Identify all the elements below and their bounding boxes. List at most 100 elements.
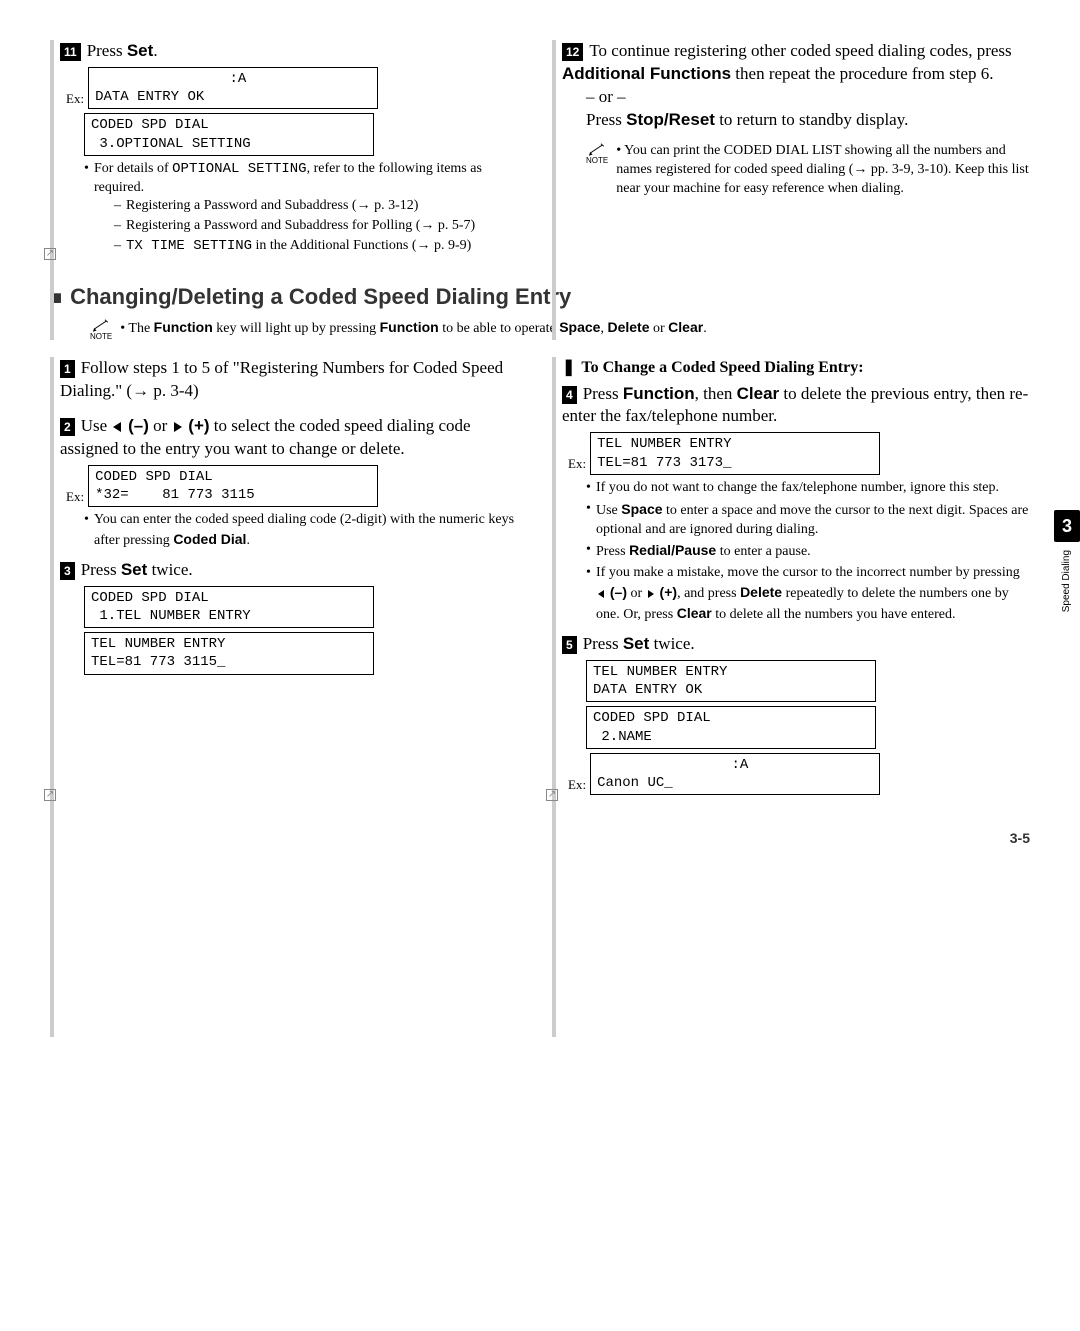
step-4: 4Press Function, then Clear to delete th… [562,383,1030,429]
continue-arrow-icon: ↗ [44,248,56,260]
section-bar [50,40,54,340]
text: . [703,321,707,336]
minus-key: (–) [123,416,149,435]
lcd-line: TEL NUMBER ENTRY [593,664,727,680]
text: to return to standby display. [715,110,908,129]
ex-label: Ex: [568,455,586,473]
delete-key: Delete [740,584,782,600]
section-bar [50,357,54,1037]
intro-note-text: • The Function key will light up by pres… [120,318,706,339]
step-number-4: 4 [562,386,577,404]
step-number-2: 2 [60,418,75,436]
chapter-label: Speed Dialing [1060,550,1074,612]
right-arrow-icon [646,589,656,599]
text: If you make a mistake, move the cursor t… [596,565,1020,580]
note-text: • You can print the CODED DIAL LIST show… [616,142,1030,199]
lcd-example: Ex: :A DATA ENTRY OK [66,67,528,109]
lcd-display: TEL NUMBER ENTRY TEL=81 773 3115_ [84,632,374,674]
lcd-line: TEL=81 773 3115_ [91,654,225,670]
lcd-display: :A DATA ENTRY OK [88,67,378,109]
mono-text: OPTIONAL SETTING [172,161,306,177]
function-key: Function [623,384,695,403]
text: You can print the CODED DIAL LIST showin… [616,143,1029,196]
dash-item: Registering a Password and Subaddress (→… [114,197,528,216]
lcd-line: DATA ENTRY OK [593,682,702,698]
function-key: Function [380,319,439,335]
text: Follow steps 1 to 5 of "Registering Numb… [60,358,503,400]
lcd-display: CODED SPD DIAL 1.TEL NUMBER ENTRY [84,586,374,628]
plus-key: (+) [656,584,677,600]
chapter-number: 3 [1054,510,1080,542]
lcd-line: TEL NUMBER ENTRY [91,636,225,652]
text: in the Additional Functions (→ p. 9-9) [252,238,471,253]
text: key will light up by pressing [213,321,380,336]
mono-text: TX TIME SETTING [126,238,252,254]
lcd-line: 3.OPTIONAL SETTING [91,136,251,152]
section-heading: ■Changing/Deleting a Coded Speed Dialing… [50,282,1030,312]
text: . [153,41,157,60]
text: Press [583,634,623,653]
text: Press [87,41,127,60]
continue-arrow-icon: ↗ [44,789,56,801]
stop-reset-key: Stop/Reset [626,110,715,129]
left-arrow-icon [111,421,123,433]
clear-key: Clear [668,319,703,335]
subsection-heading: ❚To Change a Coded Speed Dialing Entry: [562,357,1030,379]
bullet-item: If you do not want to change the fax/tel… [586,479,1030,498]
dash-item: Registering a Password and Subaddress fo… [114,217,528,236]
space-key: Space [621,501,662,517]
text: You can enter the coded speed dialing co… [94,512,514,548]
bullet-item: Use Space to enter a space and move the … [586,500,1030,540]
delete-key: Delete [607,319,649,335]
text: To continue registering other coded spee… [589,41,1011,60]
minus-key: (–) [606,584,627,600]
step-12-alt: Press Stop/Reset to return to standby di… [586,109,1030,132]
dash-item: TX TIME SETTING in the Additional Functi… [114,237,528,256]
bullet-item: For details of OPTIONAL SETTING, refer t… [84,160,528,256]
ex-label: Ex: [568,776,586,794]
text: For details of [94,161,172,176]
bullet-list: If you do not want to change the fax/tel… [586,479,1030,625]
text: or [627,586,646,601]
space-key: Space [559,319,600,335]
continue-arrow-icon: ↗ [546,789,558,801]
note-icon [589,142,605,156]
coded-dial-key: Coded Dial [173,531,246,547]
square-bullet-icon: ❚ [562,359,575,376]
text: Press [583,384,623,403]
lcd-line: 1.TEL NUMBER ENTRY [91,608,251,624]
bullet-list: You can enter the coded speed dialing co… [84,511,528,551]
lcd-line: DATA ENTRY OK [95,89,204,105]
note-block: NOTE • You can print the CODED DIAL LIST… [586,142,1030,199]
clear-key: Clear [737,384,780,403]
text: . [246,533,250,548]
lcd-line: TEL NUMBER ENTRY [597,436,731,452]
redial-pause-key: Redial/Pause [629,542,716,558]
text: , then [695,384,737,403]
text: , and press [677,586,740,601]
text: to be able to operate [439,321,560,336]
additional-functions-key: Additional Functions [562,64,731,83]
text: Use [596,503,621,518]
step-1: 1Follow steps 1 to 5 of "Registering Num… [60,357,528,403]
text: twice. [649,634,694,653]
chapter-tab: 3 Speed Dialing [1054,510,1080,613]
lcd-display: CODED SPD DIAL *32= 81 773 3115 [88,465,378,507]
lcd-line: CODED SPD DIAL [91,117,209,133]
step-number-5: 5 [562,636,577,654]
lcd-line: TEL=81 773 3173_ [597,455,731,471]
lcd-display: TEL NUMBER ENTRY DATA ENTRY OK [586,660,876,702]
lcd-display: CODED SPD DIAL 3.OPTIONAL SETTING [84,113,374,155]
section-bar [552,40,556,340]
text: Use [81,416,112,435]
step-number-11: 11 [60,43,81,61]
section-bar [552,357,556,1037]
text: or [149,416,172,435]
note-label: NOTE [90,332,112,343]
note-icon [93,318,109,332]
set-key: Set [121,560,147,579]
set-key: Set [127,41,153,60]
right-arrow-icon [172,421,184,433]
bullet-list: For details of OPTIONAL SETTING, refer t… [84,160,528,256]
step-3: 3Press Set twice. [60,559,528,582]
